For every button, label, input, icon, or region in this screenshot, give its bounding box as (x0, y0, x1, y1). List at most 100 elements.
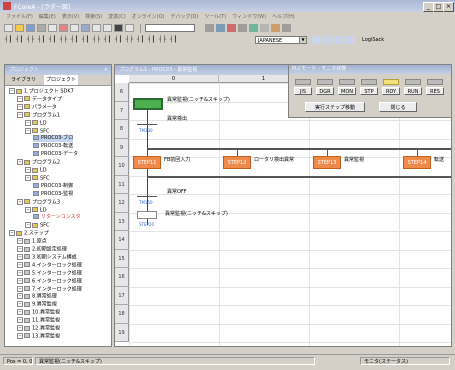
tree-item[interactable]: − 11.異常監視 (17, 317, 60, 324)
menu-item[interactable]: ツール(T) (204, 12, 226, 22)
tree-item[interactable]: PROC03-監視 (33, 190, 73, 198)
ladder-element-button[interactable]: ┤├ (125, 36, 134, 44)
toolbar-button[interactable] (205, 24, 214, 32)
step-block[interactable]: STEP14 (403, 156, 431, 169)
tree-item[interactable]: − 1.原点 (17, 238, 47, 245)
close-dialog-button[interactable]: 閉じる (379, 102, 417, 112)
language-combo[interactable]: JAPANESE ▼ (255, 36, 307, 44)
ladder-element-button[interactable]: ┤┃ (169, 36, 178, 44)
ladder-element-button[interactable]: ┤┃ (37, 36, 46, 44)
menu-item[interactable]: 編集(E) (39, 12, 56, 22)
menu-item[interactable]: ファイル(F) (6, 12, 33, 22)
toolbar-button[interactable] (238, 24, 247, 32)
step-block[interactable]: STEP11 (133, 156, 161, 169)
expand-icon[interactable]: − (25, 167, 31, 173)
tree-item[interactable]: − 13.異常監視 (17, 332, 60, 340)
toolbar-button[interactable] (345, 36, 354, 44)
tree-item[interactable]: − 6.インターロック処理 (17, 277, 82, 285)
expand-icon[interactable]: − (17, 285, 23, 292)
ladder-element-button[interactable]: ┤┃ (15, 36, 24, 44)
tree-item[interactable]: − SFC (25, 174, 50, 182)
menu-item[interactable]: オンライン(O) (132, 12, 165, 22)
mode-run-button[interactable]: RUN (404, 87, 422, 95)
toolbar-button[interactable] (312, 36, 321, 44)
ladder-element-button[interactable]: ┤┃ (70, 36, 79, 44)
ladder-element-button[interactable]: ┤┃ (4, 36, 13, 44)
tree-item[interactable]: PROC03-ブロ (33, 135, 74, 143)
tree-item[interactable]: − プログラム3 (17, 198, 60, 206)
expand-icon[interactable]: − (17, 95, 23, 102)
tree-item[interactable]: − 10.異常監視 (17, 309, 60, 316)
ladder-element-button[interactable]: ┤┃ (81, 36, 90, 44)
expand-icon[interactable]: − (17, 198, 23, 205)
expand-icon[interactable]: − (17, 238, 23, 245)
toolbar-button[interactable] (81, 24, 90, 32)
toolbar-button[interactable] (227, 24, 236, 32)
go-to-step-button[interactable]: 実行ステップ移動 (305, 102, 365, 112)
ladder-element-button[interactable]: ┤┃ (48, 36, 57, 44)
toolbar-button[interactable] (249, 24, 258, 32)
tree-item[interactable]: − 7.インターロック処理 (17, 285, 82, 293)
ladder-element-button[interactable]: ┤├ (59, 36, 68, 44)
expand-icon[interactable]: − (17, 269, 23, 276)
mode-stp-button[interactable]: STP (360, 87, 378, 95)
tree-item[interactable]: PROC03-制御 (33, 182, 73, 190)
find-combo[interactable] (145, 24, 195, 32)
tree-item[interactable]: − プログラム1 (17, 111, 60, 119)
chevron-down-icon[interactable]: ▼ (299, 37, 306, 43)
expand-icon[interactable]: − (9, 88, 15, 94)
expand-icon[interactable]: − (9, 230, 15, 237)
tree-item[interactable]: − LD (25, 206, 47, 214)
expand-icon[interactable]: − (17, 277, 23, 284)
tree-item[interactable]: リターンコンスタ (33, 214, 81, 221)
tree-item[interactable]: − SFC (25, 222, 50, 229)
step-box[interactable] (133, 98, 163, 110)
toolbar-button[interactable] (59, 24, 68, 32)
tree-item[interactable]: − パラメータ (17, 103, 57, 111)
expand-icon[interactable]: − (17, 111, 23, 118)
close-icon[interactable]: × (104, 65, 108, 75)
toolbar-button[interactable] (114, 24, 123, 32)
ladder-element-button[interactable]: ┤┃ (114, 36, 123, 44)
tree-item[interactable]: − 12.異常監視 (17, 325, 60, 332)
menu-item[interactable]: 表示(V) (62, 12, 79, 22)
ladder-element-button[interactable]: ┤├ (26, 36, 35, 44)
menu-item[interactable]: 検索(S) (85, 12, 102, 22)
tree-item[interactable]: − LD (25, 119, 47, 127)
menu-item[interactable]: ヘルプ(H) (272, 12, 295, 22)
toolbar-button[interactable] (26, 24, 35, 32)
mode-rdy-button[interactable]: RDY (382, 87, 400, 95)
toolbar-button[interactable] (271, 24, 280, 32)
tree-item[interactable]: PROC03-転送 (33, 143, 73, 150)
toolbar-button[interactable] (37, 24, 46, 32)
mode-dgr-button[interactable]: DGR (316, 87, 334, 95)
tab-library[interactable]: ライブラリ (9, 75, 38, 85)
toolbar-button[interactable] (70, 24, 79, 32)
toolbar-button[interactable] (282, 24, 291, 32)
toolbar-button[interactable] (4, 24, 13, 32)
logic-label[interactable]: LogiSack (362, 36, 384, 45)
tree-item[interactable]: − プログラム2 (17, 159, 60, 166)
tab-project[interactable]: プロジェクト (43, 75, 78, 85)
tree-item[interactable]: − 9.異常監視 (17, 301, 57, 308)
toolbar-button[interactable] (103, 24, 112, 32)
tree-item[interactable]: − 4.インターロック処理 (17, 261, 82, 269)
expand-icon[interactable]: − (17, 253, 23, 260)
tree-item[interactable]: − 1.プロジェクト SDK7 (9, 88, 74, 95)
ladder-element-button[interactable]: ┤┃ (136, 36, 145, 44)
mode-mon-button[interactable]: MON (338, 87, 356, 95)
expand-icon[interactable]: − (17, 103, 23, 110)
toolbar-button[interactable] (260, 24, 269, 32)
tree-item[interactable]: − 3.初期システム構成 (17, 253, 77, 261)
expand-icon[interactable]: − (25, 119, 31, 126)
toolbar-button[interactable] (92, 24, 101, 32)
expand-icon[interactable]: − (17, 325, 23, 331)
step-block[interactable]: STEP13 (313, 156, 341, 169)
toolbar-button[interactable] (334, 36, 343, 44)
ladder-element-button[interactable]: ┤├ (158, 36, 167, 44)
step-block[interactable]: STEP12 (223, 156, 251, 169)
mode-res-button[interactable]: RES (426, 87, 444, 95)
mode-jis-button[interactable]: JIS (294, 87, 312, 95)
expand-icon[interactable]: − (17, 261, 23, 268)
tree-item[interactable]: − 2.初期設定処理 (17, 246, 67, 253)
